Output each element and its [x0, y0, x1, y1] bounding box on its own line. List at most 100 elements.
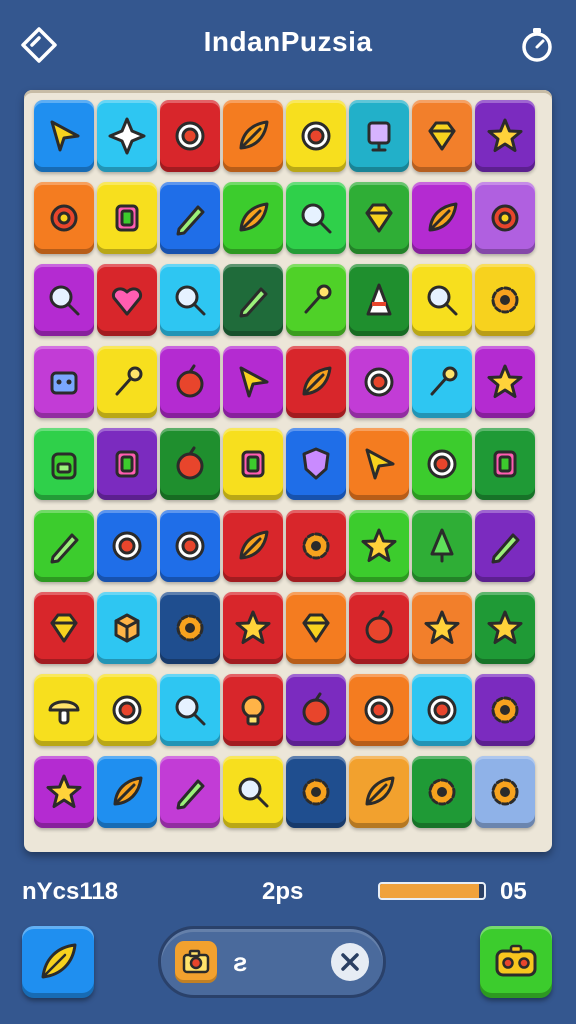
tile-gear[interactable]: [286, 756, 346, 828]
status-left-text: nYcs118: [22, 878, 119, 905]
tile-arrow[interactable]: [349, 428, 409, 500]
tile-leaf[interactable]: [223, 510, 283, 582]
tile-flower[interactable]: [34, 182, 94, 254]
tile-cube[interactable]: [97, 592, 157, 664]
tile-ring[interactable]: [97, 674, 157, 746]
progress-bar: [378, 882, 486, 900]
tile-square[interactable]: [475, 428, 535, 500]
tile-pencil[interactable]: [34, 510, 94, 582]
tile-magnifier[interactable]: [223, 756, 283, 828]
tile-wand[interactable]: [286, 264, 346, 336]
item-pill[interactable]: ƨ: [158, 926, 386, 998]
tile-ring[interactable]: [286, 100, 346, 172]
square-icon: [241, 450, 265, 478]
timer-button[interactable]: [514, 22, 560, 68]
berry-icon: [302, 692, 330, 726]
tile-tree[interactable]: [412, 510, 472, 582]
tile-magnifier[interactable]: [34, 264, 94, 336]
tile-berry[interactable]: [349, 592, 409, 664]
trophy-icon: [367, 121, 391, 152]
tile-sparkle[interactable]: [97, 100, 157, 172]
tile-square[interactable]: [223, 428, 283, 500]
gamepad-button[interactable]: [480, 926, 552, 998]
tile-leaf[interactable]: [286, 346, 346, 418]
tile-ring[interactable]: [349, 346, 409, 418]
tile-leaf[interactable]: [223, 182, 283, 254]
tile-leaf[interactable]: [223, 100, 283, 172]
tile-gear[interactable]: [475, 264, 535, 336]
tile-robot[interactable]: [34, 346, 94, 418]
tile-leaf[interactable]: [349, 756, 409, 828]
tile-ring[interactable]: [349, 674, 409, 746]
tile-berry[interactable]: [160, 346, 220, 418]
tile-gem[interactable]: [349, 182, 409, 254]
tile-leaf[interactable]: [97, 756, 157, 828]
star-icon: [46, 774, 82, 808]
tile-gem[interactable]: [412, 100, 472, 172]
tile-heart[interactable]: [97, 264, 157, 336]
tile-arrow[interactable]: [223, 346, 283, 418]
tile-star[interactable]: [475, 592, 535, 664]
ring-icon: [301, 121, 331, 151]
square-icon: [493, 450, 517, 478]
gear-icon: [491, 286, 519, 314]
tile-leaf[interactable]: [412, 182, 472, 254]
tile-magnifier[interactable]: [286, 182, 346, 254]
tile-gear[interactable]: [160, 592, 220, 664]
gear-icon: [302, 532, 330, 560]
tile-berry[interactable]: [160, 428, 220, 500]
item-slot: [175, 941, 217, 983]
close-button[interactable]: [331, 943, 369, 981]
tile-ring[interactable]: [160, 100, 220, 172]
tile-pencil[interactable]: [223, 264, 283, 336]
cube-icon: [114, 613, 140, 643]
tile-shield[interactable]: [286, 428, 346, 500]
tile-star[interactable]: [349, 510, 409, 582]
tile-berry[interactable]: [286, 674, 346, 746]
tile-gem[interactable]: [286, 592, 346, 664]
tile-gear[interactable]: [286, 510, 346, 582]
leaf-button[interactable]: [22, 926, 94, 998]
tile-magnifier[interactable]: [412, 264, 472, 336]
star-icon: [487, 118, 523, 152]
tile-ring[interactable]: [97, 510, 157, 582]
progress-fill: [380, 884, 479, 898]
tile-star[interactable]: [475, 346, 535, 418]
tile-pencil[interactable]: [475, 510, 535, 582]
tile-gem[interactable]: [34, 592, 94, 664]
tile-magnifier[interactable]: [160, 264, 220, 336]
tile-arrow[interactable]: [34, 100, 94, 172]
tile-gear[interactable]: [475, 756, 535, 828]
tile-cone[interactable]: [349, 264, 409, 336]
tile-wand[interactable]: [97, 346, 157, 418]
tile-star[interactable]: [223, 592, 283, 664]
wand-icon: [304, 284, 332, 314]
tile-wand[interactable]: [412, 346, 472, 418]
tile-ring[interactable]: [412, 674, 472, 746]
tile-square[interactable]: [97, 182, 157, 254]
tile-square[interactable]: [97, 428, 157, 500]
timer-icon: [522, 28, 552, 62]
back-button[interactable]: [16, 22, 62, 68]
tile-flower[interactable]: [475, 182, 535, 254]
tile-trophy[interactable]: [349, 100, 409, 172]
tile-gear[interactable]: [412, 756, 472, 828]
tile-ring[interactable]: [160, 510, 220, 582]
tile-pencil[interactable]: [160, 756, 220, 828]
star-icon: [487, 610, 523, 644]
tile-ring[interactable]: [412, 428, 472, 500]
tile-mushroom[interactable]: [34, 674, 94, 746]
leaf-icon: [239, 120, 269, 150]
tile-star[interactable]: [34, 756, 94, 828]
tile-star[interactable]: [475, 100, 535, 172]
square-icon: [115, 450, 139, 478]
tile-star[interactable]: [412, 592, 472, 664]
tile-gear[interactable]: [475, 674, 535, 746]
gear-icon: [428, 778, 456, 806]
tile-bulb[interactable]: [223, 674, 283, 746]
ring-icon: [427, 695, 457, 725]
tile-magnifier[interactable]: [160, 674, 220, 746]
star-icon: [424, 610, 460, 644]
tile-pencil[interactable]: [160, 182, 220, 254]
tile-backpack[interactable]: [34, 428, 94, 500]
